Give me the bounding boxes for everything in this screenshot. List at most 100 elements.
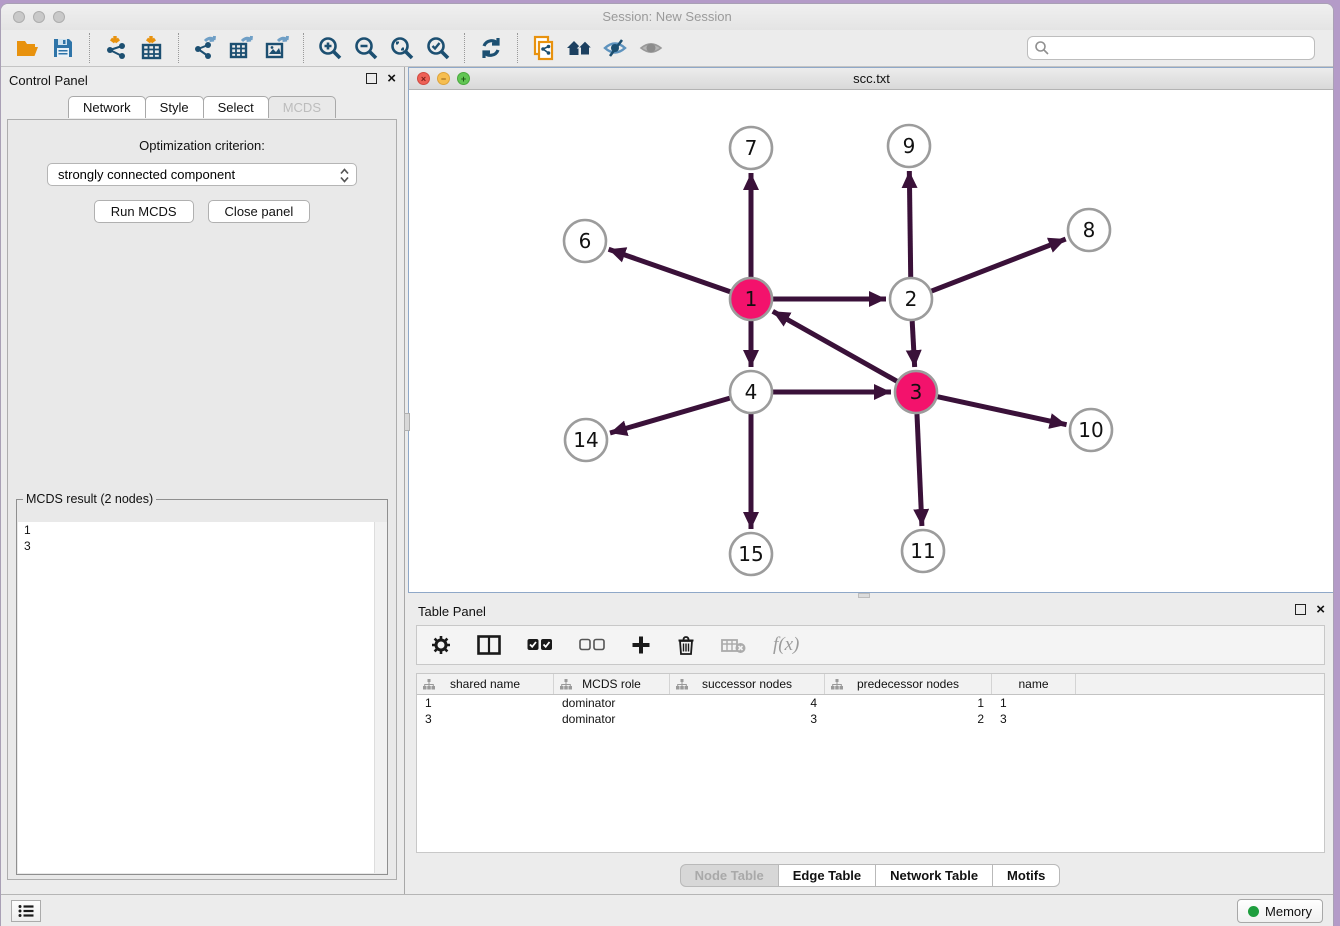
table-cell[interactable]: 4 bbox=[670, 695, 825, 711]
mcds-result-line: 1 bbox=[18, 522, 386, 538]
table-cell[interactable]: 3 bbox=[670, 711, 825, 727]
tab-select[interactable]: Select bbox=[203, 96, 269, 118]
search-box[interactable] bbox=[1027, 36, 1315, 60]
tab-motifs[interactable]: Motifs bbox=[992, 864, 1060, 887]
table-cell[interactable]: dominator bbox=[554, 695, 670, 711]
float-panel-icon[interactable] bbox=[366, 73, 377, 84]
column-header-name[interactable]: name bbox=[992, 674, 1076, 694]
refresh-icon[interactable] bbox=[473, 32, 509, 64]
table-cell[interactable]: 1 bbox=[417, 695, 554, 711]
add-column-icon[interactable] bbox=[631, 635, 651, 655]
panel-splitter-handle[interactable] bbox=[404, 413, 410, 431]
mcds-result-scrollbar[interactable] bbox=[374, 522, 387, 873]
column-header-label: name bbox=[1018, 677, 1048, 691]
mcds-result-list[interactable]: 13 bbox=[18, 522, 386, 873]
zoom-selected-icon[interactable] bbox=[420, 32, 456, 64]
mcds-panel: Optimization criterion: strongly connect… bbox=[7, 119, 397, 880]
graph-node-label-7: 7 bbox=[745, 136, 758, 160]
import-table-icon[interactable] bbox=[134, 32, 170, 64]
tab-mcds[interactable]: MCDS bbox=[268, 96, 336, 118]
task-history-button[interactable] bbox=[11, 900, 41, 922]
table-panel-title: Table Panel bbox=[418, 604, 486, 619]
control-panel: Control Panel × Network Style Select MCD… bbox=[1, 67, 405, 894]
memory-label: Memory bbox=[1265, 904, 1312, 919]
float-table-panel-icon[interactable] bbox=[1295, 604, 1306, 615]
graph-node-label-4: 4 bbox=[745, 380, 758, 404]
window-controls bbox=[13, 11, 65, 23]
table-row[interactable]: 3dominator323 bbox=[417, 711, 1324, 727]
network-canvas[interactable]: 7968124314101511 bbox=[409, 90, 1334, 592]
window-titlebar: Session: New Session bbox=[1, 4, 1333, 30]
export-network-icon[interactable] bbox=[187, 32, 223, 64]
table-panel: Table Panel × f(x) shared nameMCDS roles… bbox=[408, 598, 1333, 894]
open-file-icon[interactable] bbox=[9, 32, 45, 64]
hide-eye-icon[interactable] bbox=[598, 32, 634, 64]
graph-edge-3-1[interactable] bbox=[773, 311, 897, 381]
graph-edge-4-14[interactable] bbox=[610, 398, 730, 433]
column-header-MCDS-role[interactable]: MCDS role bbox=[554, 674, 670, 694]
import-network-icon[interactable] bbox=[98, 32, 134, 64]
column-header-predecessor-nodes[interactable]: predecessor nodes bbox=[825, 674, 992, 694]
graph-edge-3-10[interactable] bbox=[937, 397, 1066, 425]
close-window-button[interactable] bbox=[13, 11, 25, 23]
close-panel-icon[interactable]: × bbox=[387, 73, 396, 84]
graph-node-label-9: 9 bbox=[903, 134, 916, 158]
search-input[interactable] bbox=[1050, 39, 1308, 57]
graph-node-label-15: 15 bbox=[738, 542, 763, 566]
close-table-panel-icon[interactable]: × bbox=[1316, 604, 1325, 615]
control-panel-header: Control Panel × bbox=[1, 67, 404, 93]
column-header-shared-name[interactable]: shared name bbox=[417, 674, 554, 694]
criterion-select[interactable]: strongly connected component bbox=[47, 163, 357, 186]
column-header-successor-nodes[interactable]: successor nodes bbox=[670, 674, 825, 694]
graph-node-label-1: 1 bbox=[745, 287, 758, 311]
network-maximize-icon[interactable]: + bbox=[457, 72, 470, 85]
tab-network-table[interactable]: Network Table bbox=[875, 864, 993, 887]
show-eye-icon bbox=[634, 32, 670, 64]
tab-style[interactable]: Style bbox=[145, 96, 204, 118]
table-cell[interactable]: 1 bbox=[825, 695, 992, 711]
minimize-window-button[interactable] bbox=[33, 11, 45, 23]
memory-button[interactable]: Memory bbox=[1237, 899, 1323, 923]
table-cell[interactable]: dominator bbox=[554, 711, 670, 727]
graph-edge-2-9[interactable] bbox=[909, 171, 910, 277]
table-cell[interactable]: 3 bbox=[992, 711, 1076, 727]
table-cell[interactable]: 3 bbox=[417, 711, 554, 727]
tab-edge-table[interactable]: Edge Table bbox=[778, 864, 876, 887]
network-minimize-icon[interactable]: − bbox=[437, 72, 450, 85]
save-session-icon[interactable] bbox=[45, 32, 81, 64]
graph-node-label-14: 14 bbox=[573, 428, 598, 452]
tab-node-table[interactable]: Node Table bbox=[680, 864, 779, 887]
column-header-label: MCDS role bbox=[582, 677, 641, 691]
graph-edge-3-11[interactable] bbox=[917, 414, 922, 526]
network-close-icon[interactable]: × bbox=[417, 72, 430, 85]
run-mcds-button[interactable]: Run MCDS bbox=[94, 200, 194, 223]
graph-edge-1-6[interactable] bbox=[609, 249, 731, 291]
network-view-window: × − + scc.txt 7968124314101511 bbox=[408, 67, 1334, 593]
select-all-columns-icon[interactable] bbox=[527, 638, 553, 652]
graph-edge-2-3[interactable] bbox=[912, 321, 914, 367]
main-region: Control Panel × Network Style Select MCD… bbox=[1, 67, 1333, 894]
export-table-icon[interactable] bbox=[223, 32, 259, 64]
delete-column-trash-icon[interactable] bbox=[677, 635, 695, 656]
toolbar-separator bbox=[303, 33, 304, 63]
network-graph[interactable]: 7968124314101511 bbox=[409, 90, 1334, 592]
table-settings-gear-icon[interactable] bbox=[431, 635, 451, 655]
graph-node-label-8: 8 bbox=[1083, 218, 1096, 242]
graph-edge-2-8[interactable] bbox=[932, 239, 1066, 291]
zoom-in-icon[interactable] bbox=[312, 32, 348, 64]
table-row[interactable]: 1dominator411 bbox=[417, 695, 1324, 711]
zoom-out-icon[interactable] bbox=[348, 32, 384, 64]
table-cell[interactable]: 2 bbox=[825, 711, 992, 727]
table-cell[interactable]: 1 bbox=[992, 695, 1076, 711]
split-columns-icon[interactable] bbox=[477, 635, 501, 655]
duplicate-network-icon[interactable] bbox=[526, 32, 562, 64]
graph-node-label-3: 3 bbox=[910, 380, 923, 404]
export-image-icon[interactable] bbox=[259, 32, 295, 64]
tab-network[interactable]: Network bbox=[68, 96, 146, 118]
deselect-all-columns-icon[interactable] bbox=[579, 638, 605, 652]
home-icon[interactable] bbox=[562, 32, 598, 64]
status-bar: Memory bbox=[1, 894, 1333, 926]
zoom-fit-icon[interactable] bbox=[384, 32, 420, 64]
close-panel-button[interactable]: Close panel bbox=[208, 200, 311, 223]
zoom-window-button[interactable] bbox=[53, 11, 65, 23]
